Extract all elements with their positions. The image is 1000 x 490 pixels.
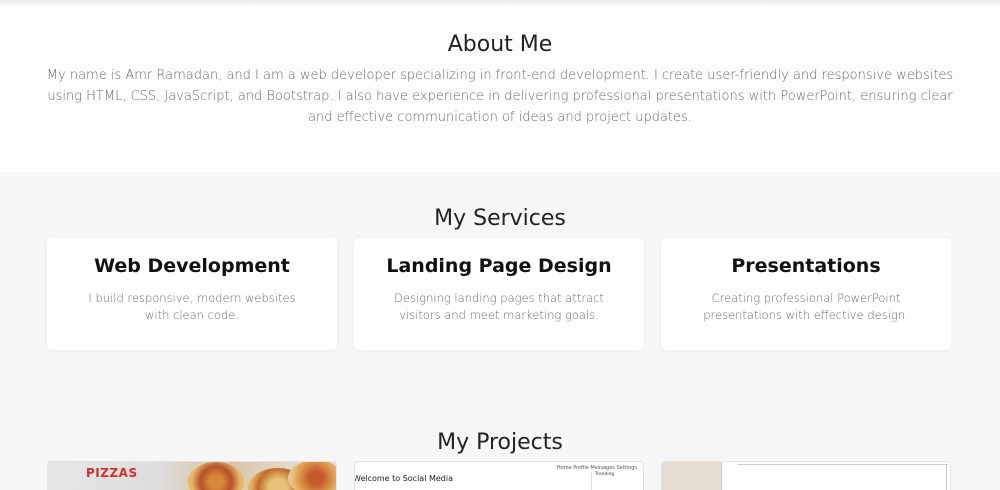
pizza-image xyxy=(188,462,244,490)
services-title: My Services xyxy=(434,206,566,231)
project-thumbnail-social-media[interactable]: Home Profile Messages Settings Welcome t… xyxy=(354,461,644,490)
project-thumbnail-presentation[interactable] xyxy=(661,461,951,490)
service-card-landing-page: Landing Page Design Designing landing pa… xyxy=(354,238,644,350)
editor-ruler xyxy=(738,464,948,465)
pizza-brand-label: PIZZAS xyxy=(86,466,138,480)
projects-title: My Projects xyxy=(437,430,563,455)
social-welcome-text: Welcome to Social Media xyxy=(354,474,453,483)
pizza-image xyxy=(288,462,336,490)
project-thumbnail-pizza[interactable]: PIZZAS xyxy=(47,461,337,490)
service-card-title: Presentations xyxy=(731,255,881,277)
service-card-presentations: Presentations Creating professional Powe… xyxy=(661,238,951,350)
service-card-title: Landing Page Design xyxy=(386,255,612,277)
navbar-shadow xyxy=(0,0,1000,6)
service-card-web-development: Web Development I build responsive, mode… xyxy=(47,238,337,350)
about-title: About Me xyxy=(447,32,553,57)
about-text: My name is Amr Ramadan, and I am a web d… xyxy=(46,68,954,125)
service-card-text: Designing landing pages that attract vis… xyxy=(394,291,604,322)
trending-label: Trending xyxy=(595,472,615,477)
editor-side-panel xyxy=(662,462,722,490)
editor-guide xyxy=(946,464,947,490)
trending-panel: Trending xyxy=(591,472,641,490)
service-card-title: Web Development xyxy=(94,255,290,277)
service-card-text: Creating professional PowerPoint present… xyxy=(703,291,909,322)
about-section: About Me My name is Amr Ramadan, and I a… xyxy=(0,0,1000,172)
service-card-text: I build responsive, modern websites with… xyxy=(88,291,296,322)
social-nav: Home Profile Messages Settings xyxy=(556,465,637,471)
